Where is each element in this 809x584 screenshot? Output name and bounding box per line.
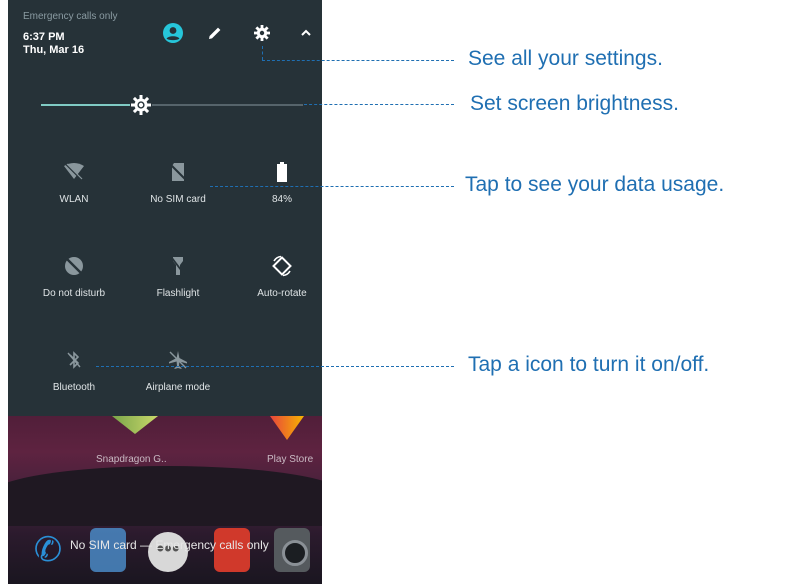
flashlight-off-icon [166,254,190,278]
tile-do-not-disturb[interactable]: Do not disturb [22,254,126,314]
callout-line-data-usage [210,186,454,187]
tile-wlan[interactable]: WLAN [22,160,126,220]
annotation-data-usage: Tap to see your data usage. [465,173,725,196]
brightness-slider-thumb[interactable] [130,94,152,116]
app-label-play-store[interactable]: Play Store [267,454,313,465]
tile-battery[interactable]: 84% [230,160,322,220]
quick-settings-panel: Emergency calls only 6:37 PM Thu, Mar 16… [8,0,322,416]
bottom-status-text: No SIM card — Emergency calls only [70,538,269,552]
annotation-brightness: Set screen brightness. [470,92,679,115]
wallpaper-hill [8,466,322,526]
tile-no-sim[interactable]: No SIM card [126,160,230,220]
phone-screenshot: Snapdragon G.. Play Store ✆ ••• No SIM c… [8,0,322,584]
clock-date: Thu, Mar 16 [23,44,85,56]
snapdragon-app-icon[interactable] [112,416,158,434]
user-icon[interactable] [162,22,184,44]
settings-icon[interactable] [251,22,273,44]
tile-label-battery: 84% [271,194,292,205]
callout-line-settings [262,60,454,61]
bluetooth-off-icon [62,348,86,372]
tile-label-bluetooth: Bluetooth [52,382,96,393]
dnd-icon [62,254,86,278]
tile-flashlight[interactable]: Flashlight [126,254,230,314]
tile-label-no-sim: No SIM card [150,194,206,205]
chevron-up-icon[interactable] [295,22,317,44]
play-store-app-icon[interactable] [270,416,304,440]
tile-auto-rotate[interactable]: Auto-rotate [230,254,322,314]
callout-line-brightness [304,104,454,105]
phone-app-icon[interactable]: ✆ [30,528,66,572]
brightness-track-inactive[interactable] [151,104,303,106]
battery-icon [270,160,294,184]
carrier-status: Emergency calls only [23,11,118,22]
tile-label-wlan: WLAN [59,194,89,205]
tile-label-flashlight: Flashlight [156,288,200,299]
edit-icon[interactable] [204,22,226,44]
annotation-settings: See all your settings. [468,47,663,70]
tile-label-auto-rotate: Auto-rotate [257,288,307,299]
tile-bluetooth[interactable]: Bluetooth [22,348,126,408]
tile-airplane-mode[interactable]: Airplane mode [126,348,230,408]
callout-line-settings-vertical [262,46,263,60]
callout-line-toggle [96,366,454,367]
wifi-off-icon [62,160,86,184]
no-sim-icon [166,160,190,184]
auto-rotate-icon [270,254,294,278]
app-label-snapdragon[interactable]: Snapdragon G.. [96,454,167,465]
tile-label-dnd: Do not disturb [42,288,106,299]
annotation-toggle: Tap a icon to turn it on/off. [468,353,710,376]
airplane-off-icon [166,348,190,372]
clock-time: 6:37 PM [23,31,65,43]
camera-app-icon[interactable] [274,528,310,572]
dock: ✆ ••• [8,524,322,584]
brightness-track-active[interactable] [41,104,130,106]
tile-label-airplane-mode: Airplane mode [145,382,211,393]
